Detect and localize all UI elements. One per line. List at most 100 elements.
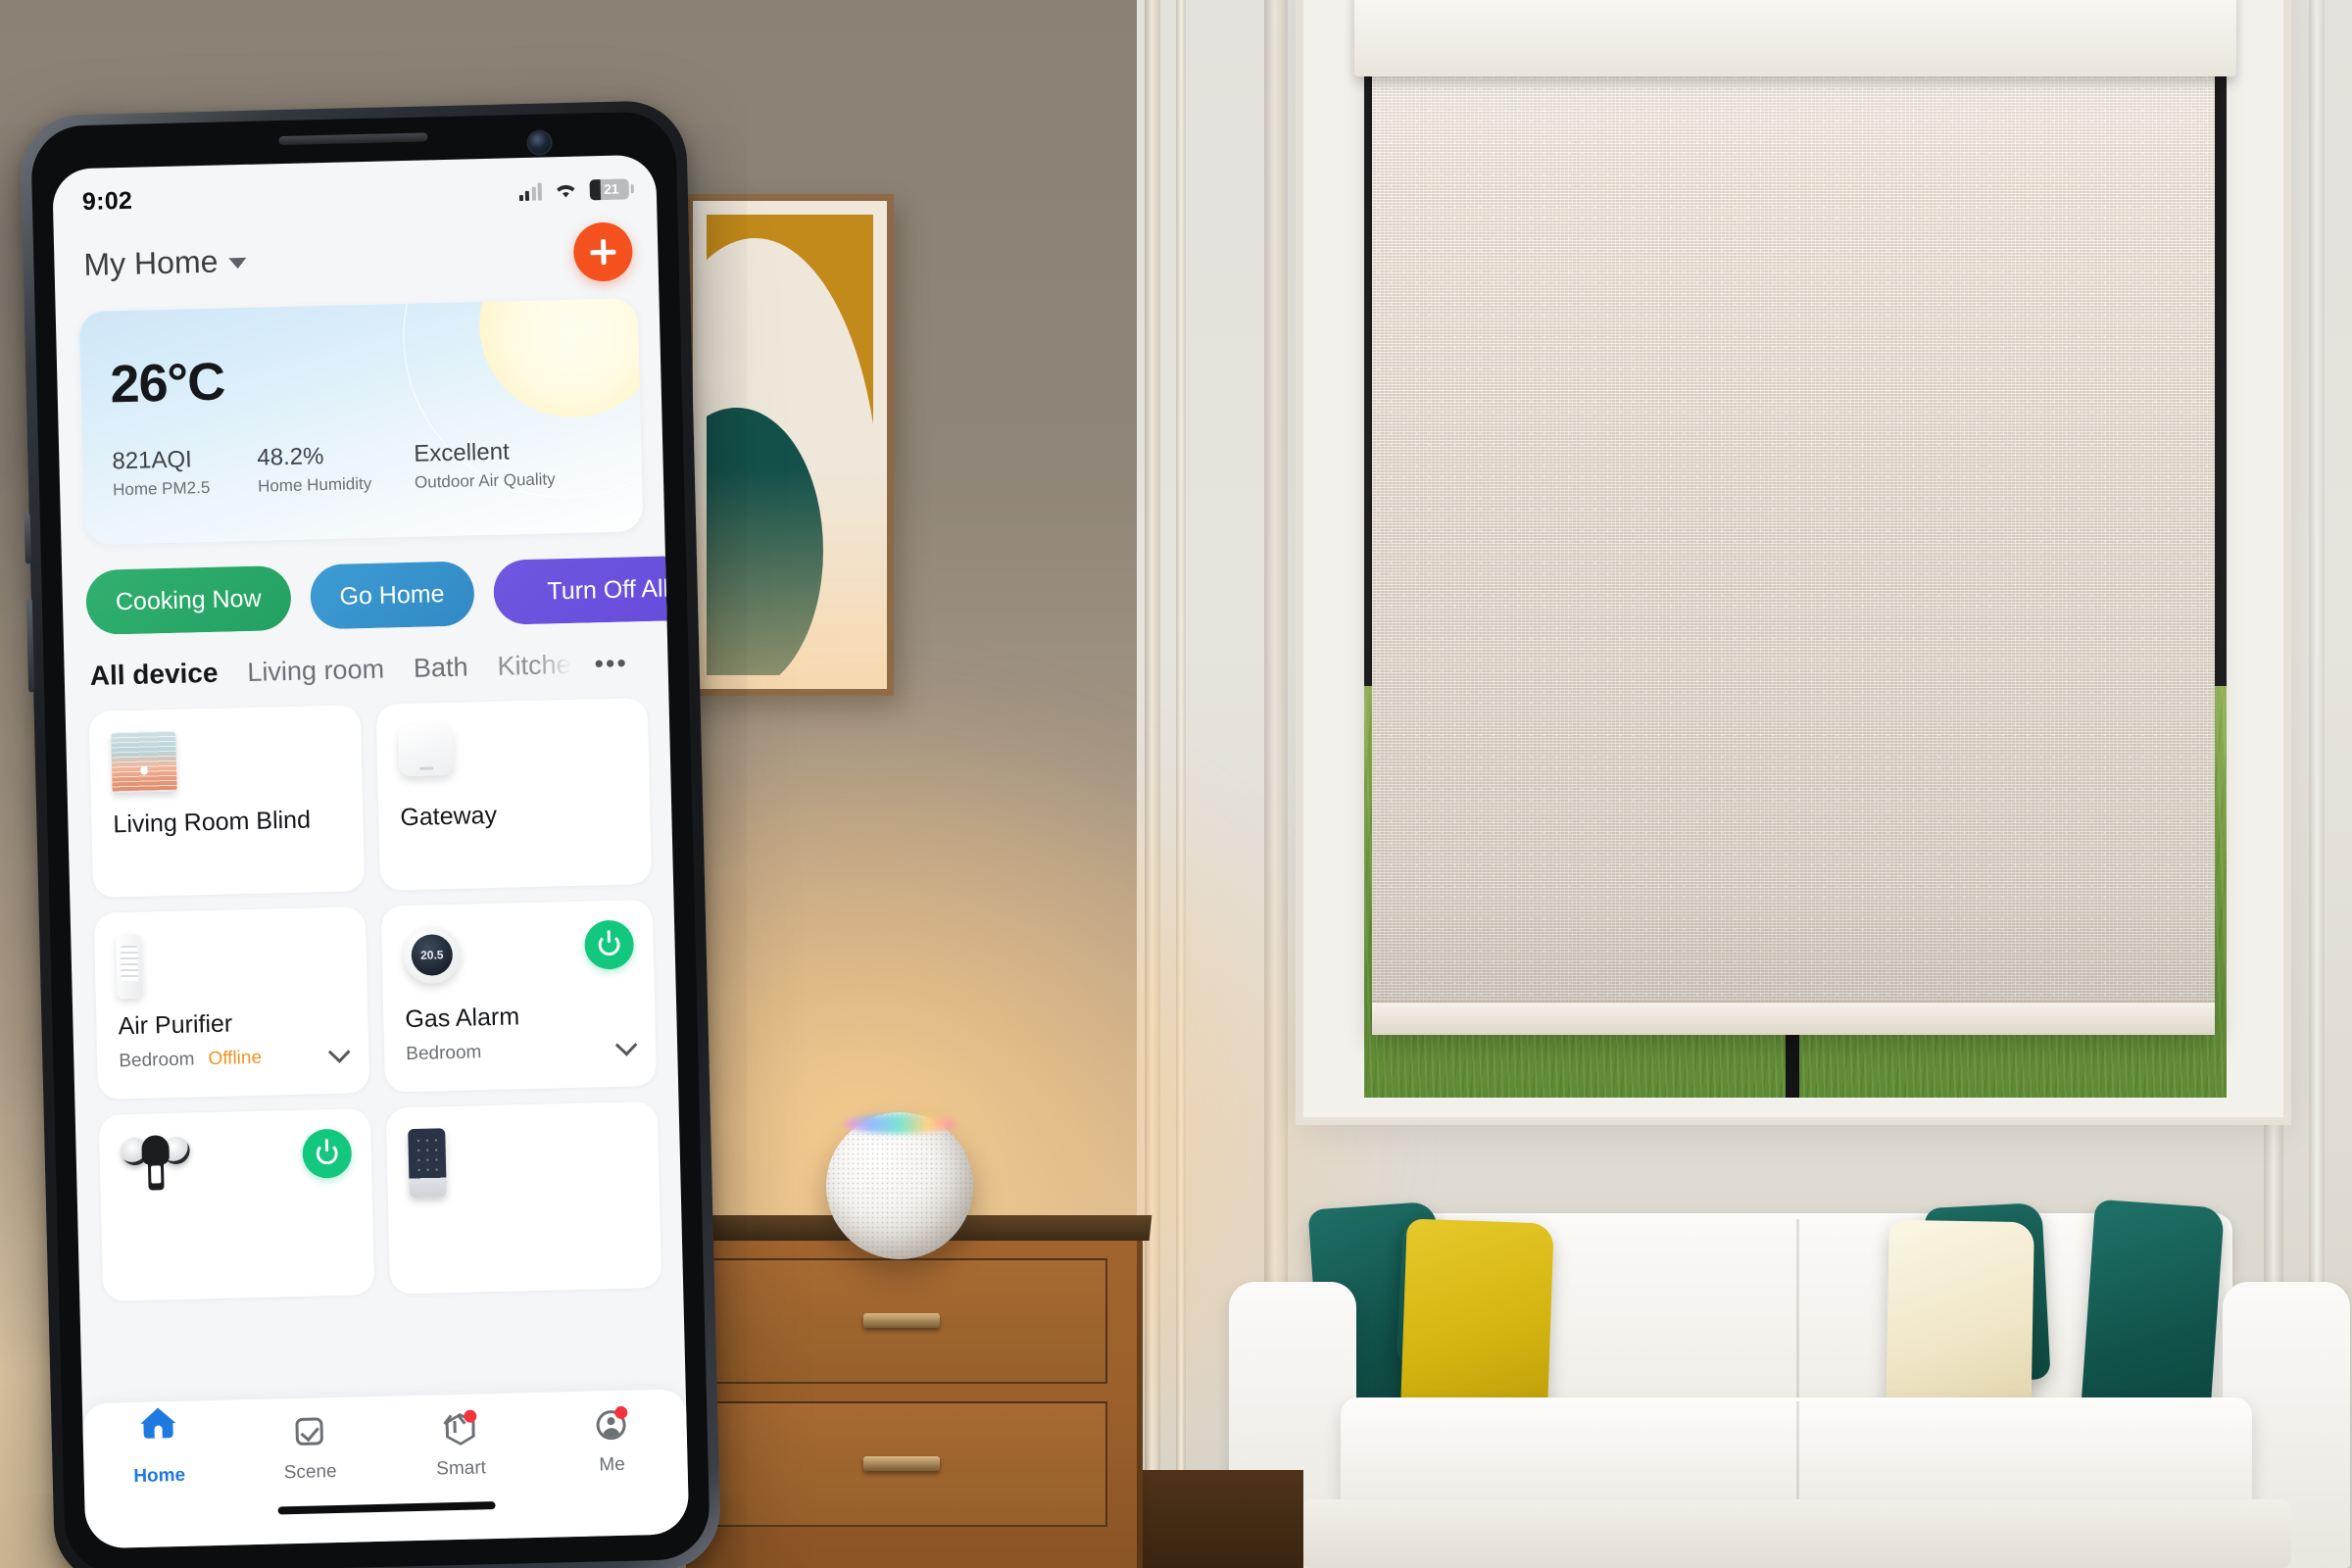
- nav-item-scene[interactable]: Scene: [233, 1412, 386, 1486]
- scene-chip-go-home[interactable]: Go Home: [309, 561, 475, 630]
- wooden-cabinet: [672, 1215, 1152, 1568]
- blind-bottom-rail: [1372, 1002, 2215, 1035]
- chevron-down-icon: [228, 257, 247, 270]
- device-meta-row: Bedroom Offline: [119, 1041, 351, 1073]
- status-icons: 21: [518, 177, 634, 202]
- device-icon-slot: [408, 1123, 638, 1201]
- device-card-spotlight-camera[interactable]: [98, 1108, 375, 1301]
- scene-chip-cooking-now[interactable]: Cooking Now: [85, 564, 292, 636]
- device-card-gateway[interactable]: Gateway: [375, 698, 653, 891]
- nav-item-me[interactable]: Me: [535, 1404, 688, 1478]
- tab-overflow-button[interactable]: •••: [594, 649, 628, 680]
- metric-air-quality: Excellent Outdoor Air Quality: [414, 437, 556, 492]
- battery-tip: [630, 183, 634, 193]
- metric-value: Excellent: [413, 438, 511, 467]
- nav-label: Scene: [283, 1461, 337, 1484]
- device-meta-row: Bedroom: [406, 1034, 638, 1065]
- add-device-button[interactable]: [572, 221, 634, 282]
- tab-bath[interactable]: Bath: [414, 653, 468, 684]
- phone-power-button[interactable]: [25, 598, 35, 693]
- smart-speaker: [826, 1112, 973, 1259]
- metric-value: 48.2%: [257, 443, 324, 471]
- air-purifier-icon: [116, 933, 143, 1000]
- metric-label: Home Humidity: [257, 473, 372, 496]
- phone-bezel: 9:02 21 My Home 26°C 821AQI Home PM2.5 4…: [30, 111, 710, 1568]
- wifi-icon: [557, 184, 575, 198]
- smart-hexagon-icon: [440, 1409, 480, 1449]
- battery-level: 21: [603, 180, 619, 197]
- signal-bars-icon: [518, 181, 543, 201]
- device-name: Living Room Blind: [113, 806, 312, 839]
- tab-all-device[interactable]: All device: [89, 658, 218, 692]
- notification-badge: [614, 1405, 628, 1420]
- cabinet-drawer: [696, 1258, 1107, 1384]
- device-icon-slot: [111, 727, 341, 806]
- phone-screen: 9:02 21 My Home 26°C 821AQI Home PM2.5 4…: [52, 154, 690, 1549]
- speaker-body: [826, 1112, 973, 1259]
- app-bar: My Home: [53, 208, 659, 305]
- speaker-mesh: [826, 1112, 973, 1259]
- metric-humidity: 48.2% Home Humidity: [257, 441, 415, 497]
- speaker-led-ring: [844, 1114, 956, 1134]
- power-icon: [598, 933, 620, 956]
- home-indicator[interactable]: [277, 1501, 496, 1515]
- home-icon: [138, 1417, 178, 1457]
- nav-label: Me: [599, 1453, 626, 1476]
- power-icon: [316, 1142, 339, 1165]
- phone-frame: 9:02 21 My Home 26°C 821AQI Home PM2.5 4…: [19, 99, 722, 1568]
- device-name: Gas Alarm: [405, 1003, 520, 1034]
- device-card-air-purifier[interactable]: Air Purifier Bedroom Offline: [93, 906, 370, 1100]
- home-name-label: My Home: [83, 243, 219, 282]
- device-card-living-room-blind[interactable]: Living Room Blind: [88, 705, 366, 898]
- gateway-hub-icon: [398, 723, 455, 777]
- bottom-navigation-bar: Home Scene Smart Me: [81, 1389, 690, 1549]
- device-card-gas-alarm[interactable]: 20.5 Gas Alarm Bedroom: [380, 899, 658, 1093]
- status-clock: 9:02: [81, 186, 133, 216]
- blind-headrail: [1354, 0, 2236, 76]
- nav-label: Smart: [436, 1457, 487, 1480]
- scene-chip-row[interactable]: Cooking Now Go Home Turn Off All Li: [61, 531, 667, 636]
- cabinet-drawer: [696, 1401, 1107, 1527]
- tab-kitchen[interactable]: Kitche: [497, 650, 571, 682]
- sofa-base: [1301, 1499, 2291, 1568]
- metric-label: Home PM2.5: [112, 477, 211, 500]
- nav-label: Home: [133, 1464, 186, 1488]
- thermostat-dial-icon: 20.5: [403, 925, 462, 985]
- sofa-seat: [1341, 1397, 2252, 1515]
- phone-volume-button[interactable]: [24, 513, 31, 564]
- earpiece-speaker: [278, 132, 428, 146]
- nav-item-smart[interactable]: Smart: [384, 1408, 537, 1482]
- front-camera: [528, 131, 551, 154]
- device-icon-slot: [398, 720, 628, 799]
- blind-shading: [1372, 8, 2215, 1035]
- device-name: Air Purifier: [118, 1009, 233, 1041]
- device-room: Bedroom: [406, 1042, 482, 1065]
- chevron-down-icon[interactable]: [614, 1034, 638, 1056]
- plus-icon: [590, 239, 616, 266]
- home-selector[interactable]: My Home: [83, 242, 247, 282]
- scene-checkbox-icon: [289, 1413, 329, 1453]
- metric-value: 821AQI: [112, 446, 193, 475]
- temperature-value: 26°C: [109, 352, 225, 415]
- profile-icon: [591, 1405, 631, 1446]
- motorized-roller-blind: [1372, 8, 2215, 1035]
- metric-pm25: 821AQI Home PM2.5: [112, 445, 258, 501]
- metric-label: Outdoor Air Quality: [414, 469, 556, 492]
- dial-value: 20.5: [411, 933, 454, 977]
- battery-icon: 21: [589, 177, 634, 200]
- phone-mockup: 9:02 21 My Home 26°C 821AQI Home PM2.5 4…: [19, 99, 722, 1568]
- spotlight-camera-icon: [121, 1135, 191, 1203]
- nav-item-home[interactable]: Home: [82, 1416, 235, 1490]
- scene-chip-turn-off-all-lights[interactable]: Turn Off All Li: [492, 554, 667, 625]
- chevron-down-icon[interactable]: [327, 1041, 351, 1063]
- weather-card[interactable]: 26°C 821AQI Home PM2.5 48.2% Home Humidi…: [78, 298, 644, 546]
- tab-living-room[interactable]: Living room: [247, 655, 384, 688]
- status-badge: Offline: [208, 1047, 263, 1070]
- device-name: Gateway: [400, 801, 498, 832]
- device-card-wall-panel[interactable]: [385, 1101, 662, 1295]
- device-room: Bedroom: [119, 1049, 195, 1072]
- wall-panel-icon: [408, 1128, 447, 1199]
- notification-badge: [464, 1409, 477, 1423]
- art-light-wash: [693, 201, 887, 689]
- window-blind-icon: [111, 730, 177, 794]
